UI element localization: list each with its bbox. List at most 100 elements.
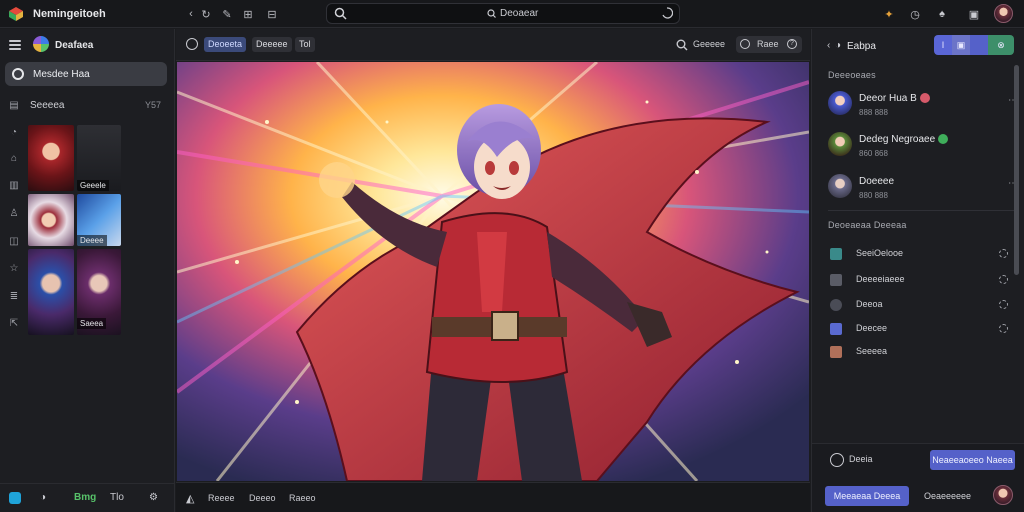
contact-subtext: 880 888 bbox=[859, 191, 888, 200]
share-icon[interactable]: ⇱ bbox=[8, 317, 20, 329]
workspace-name[interactable]: Deafaea bbox=[55, 40, 93, 51]
primary-action-button[interactable]: Neaeeaoeeo Naeea bbox=[930, 450, 1015, 470]
clock-icon[interactable]: ◔ bbox=[8, 126, 20, 138]
action-icon bbox=[830, 323, 842, 335]
viewer-footer: ◭ Reeee Deeeo Raeeo bbox=[176, 482, 810, 512]
star-icon[interactable]: ☆ bbox=[8, 262, 20, 274]
action-item[interactable]: Deeeeiaeee bbox=[828, 272, 1008, 288]
footer-action-3[interactable]: Raeeo bbox=[289, 493, 316, 503]
zoom-search-icon[interactable] bbox=[676, 39, 688, 51]
action-label: Seeeea bbox=[856, 346, 888, 356]
puzzle-icon[interactable]: ♠ bbox=[934, 6, 950, 22]
view-mode-toggle[interactable]: Raee ? bbox=[736, 36, 802, 53]
action-item[interactable]: Deeoa bbox=[828, 297, 1008, 313]
edit-icon[interactable]: ◭ bbox=[186, 492, 194, 505]
pin-icon[interactable]: ✎ bbox=[220, 7, 234, 21]
action-item[interactable]: SeeiOelooe bbox=[828, 246, 1008, 262]
mode-1-icon[interactable]: I bbox=[934, 35, 952, 55]
contact-item[interactable]: Dedeg Negroaee 860 868 bbox=[828, 132, 1018, 162]
divider bbox=[828, 210, 1018, 211]
grid-icon[interactable]: ⊞ bbox=[241, 7, 255, 21]
thumbnail-caption: Geeele bbox=[77, 180, 109, 191]
sidebar-item-active[interactable]: Mesdee Haa bbox=[5, 62, 167, 86]
view-mode-label: Raee bbox=[757, 39, 779, 49]
refresh-icon[interactable]: ↻ bbox=[199, 7, 213, 21]
panel-mode-toggle[interactable]: I ▣ ⊗ bbox=[934, 35, 1014, 55]
collections-count: Y57 bbox=[145, 100, 162, 110]
tab-chip-3[interactable]: Tol bbox=[295, 37, 315, 52]
contact-name: Dedeg Negroaee bbox=[859, 134, 949, 145]
thumbnail-1[interactable] bbox=[28, 125, 74, 191]
sidebar-footer-label-1[interactable]: Bmg bbox=[74, 492, 96, 503]
tag-icon[interactable]: ⌂ bbox=[8, 152, 20, 164]
mode-2-icon[interactable]: ▣ bbox=[952, 35, 970, 55]
toggle-icon[interactable] bbox=[999, 300, 1008, 309]
home-icon bbox=[12, 68, 24, 80]
sidebar-footer-label-2[interactable]: Tlo bbox=[110, 492, 124, 503]
toggle-icon[interactable] bbox=[999, 275, 1008, 284]
mode-4-icon[interactable]: ⊗ bbox=[988, 35, 1014, 55]
thumbnail-6[interactable]: Saeea bbox=[77, 249, 121, 335]
voice-icon[interactable] bbox=[661, 7, 673, 19]
footer-action-1[interactable]: Reeee bbox=[208, 493, 235, 503]
back-arrow-icon[interactable]: ‹ bbox=[827, 40, 830, 51]
sidebar-item-collections[interactable]: Seeeea bbox=[30, 100, 64, 111]
trash-icon[interactable]: ▥ bbox=[8, 179, 20, 191]
action-icon bbox=[830, 274, 842, 286]
sidebar-item-label: Mesdee Haa bbox=[33, 69, 90, 80]
thumbnail-4[interactable]: Deeee bbox=[77, 194, 121, 246]
sidebar-footer: ◑ Bmg Tlo ⚙ bbox=[0, 483, 175, 512]
footer-item-label[interactable]: Deeia bbox=[849, 454, 873, 464]
thumbnail-3[interactable] bbox=[28, 194, 74, 246]
contacts-icon: ◑ bbox=[835, 40, 842, 51]
menu-icon[interactable] bbox=[9, 40, 21, 50]
thumbnail-5[interactable] bbox=[28, 249, 74, 335]
back-icon[interactable]: ‹ bbox=[184, 7, 198, 21]
panel-scrollbar[interactable] bbox=[1014, 65, 1019, 275]
app-logo-icon[interactable] bbox=[8, 6, 24, 22]
action-item[interactable]: Deecee bbox=[828, 321, 1008, 337]
secondary-action-button[interactable]: Meeaeaa Deeea bbox=[825, 486, 909, 506]
bell-icon[interactable]: ◫ bbox=[8, 235, 20, 247]
footer-action-2[interactable]: Deeeo bbox=[249, 493, 276, 503]
circle-icon[interactable] bbox=[186, 38, 198, 50]
tab-chip-2[interactable]: Deeeee bbox=[252, 37, 292, 52]
contact-item[interactable]: Doeeee 880 888 ⋯ bbox=[828, 174, 1018, 204]
mode-3-icon[interactable] bbox=[970, 35, 988, 55]
contact-avatar bbox=[828, 132, 852, 156]
extension-icon[interactable]: ✦ bbox=[881, 6, 897, 22]
workspace-logo-icon bbox=[33, 36, 49, 52]
thumbnail-2[interactable]: Geeele bbox=[77, 125, 121, 191]
history-icon[interactable]: ◷ bbox=[907, 6, 923, 22]
toggle-icon[interactable] bbox=[999, 324, 1008, 333]
tab-chip-1[interactable]: Deoeeta bbox=[204, 37, 247, 52]
window-icon[interactable]: ▣ bbox=[966, 6, 982, 22]
search-bar[interactable]: Deoaear bbox=[326, 3, 680, 24]
people-icon[interactable]: ♙ bbox=[8, 207, 20, 219]
settings-icon[interactable]: ⚙ bbox=[149, 492, 158, 503]
top-bar: Nemingeitoeh ‹ ↻ ✎ ⊞ ⊟ Deoaear ✦ ◷ ♠ ▣ bbox=[0, 0, 1024, 28]
contact-avatar bbox=[828, 174, 852, 198]
panel-footer: Deeia Neaeeaoeeo Naeea Meeaeaa Deeea Oea… bbox=[812, 443, 1024, 512]
panel-title: Eabpa bbox=[847, 41, 876, 52]
contact-item[interactable]: Deeor Hua B 888 888 ⋯ bbox=[828, 91, 1018, 121]
image-viewer[interactable] bbox=[177, 62, 809, 481]
toggle-icon[interactable] bbox=[999, 249, 1008, 258]
list-icon[interactable]: ≣ bbox=[8, 290, 20, 302]
action-item[interactable]: Seeeea bbox=[828, 344, 1008, 360]
action-label: Deeoa bbox=[856, 299, 883, 309]
viewer-search-label[interactable]: Geeeee bbox=[693, 39, 725, 49]
footer-secondary-text[interactable]: Oeaeeeeee bbox=[924, 491, 971, 501]
app-switch-icon[interactable] bbox=[9, 492, 21, 504]
profile-avatar[interactable] bbox=[994, 4, 1013, 23]
app-title: Nemingeitoeh bbox=[33, 8, 106, 20]
search-icon bbox=[334, 7, 347, 20]
section-heading-contacts: Deeeoeaes bbox=[828, 70, 876, 80]
user-avatar[interactable] bbox=[993, 485, 1013, 505]
search-text: Deoaear bbox=[500, 8, 539, 19]
moon-icon[interactable]: ◑ bbox=[40, 492, 46, 503]
contact-name: Doeeee bbox=[859, 176, 895, 187]
section-heading-actions: Deoeaeaa Deeeaa bbox=[828, 220, 907, 230]
bookmark-icon[interactable]: ⊟ bbox=[265, 7, 279, 21]
clock-icon bbox=[830, 453, 844, 467]
